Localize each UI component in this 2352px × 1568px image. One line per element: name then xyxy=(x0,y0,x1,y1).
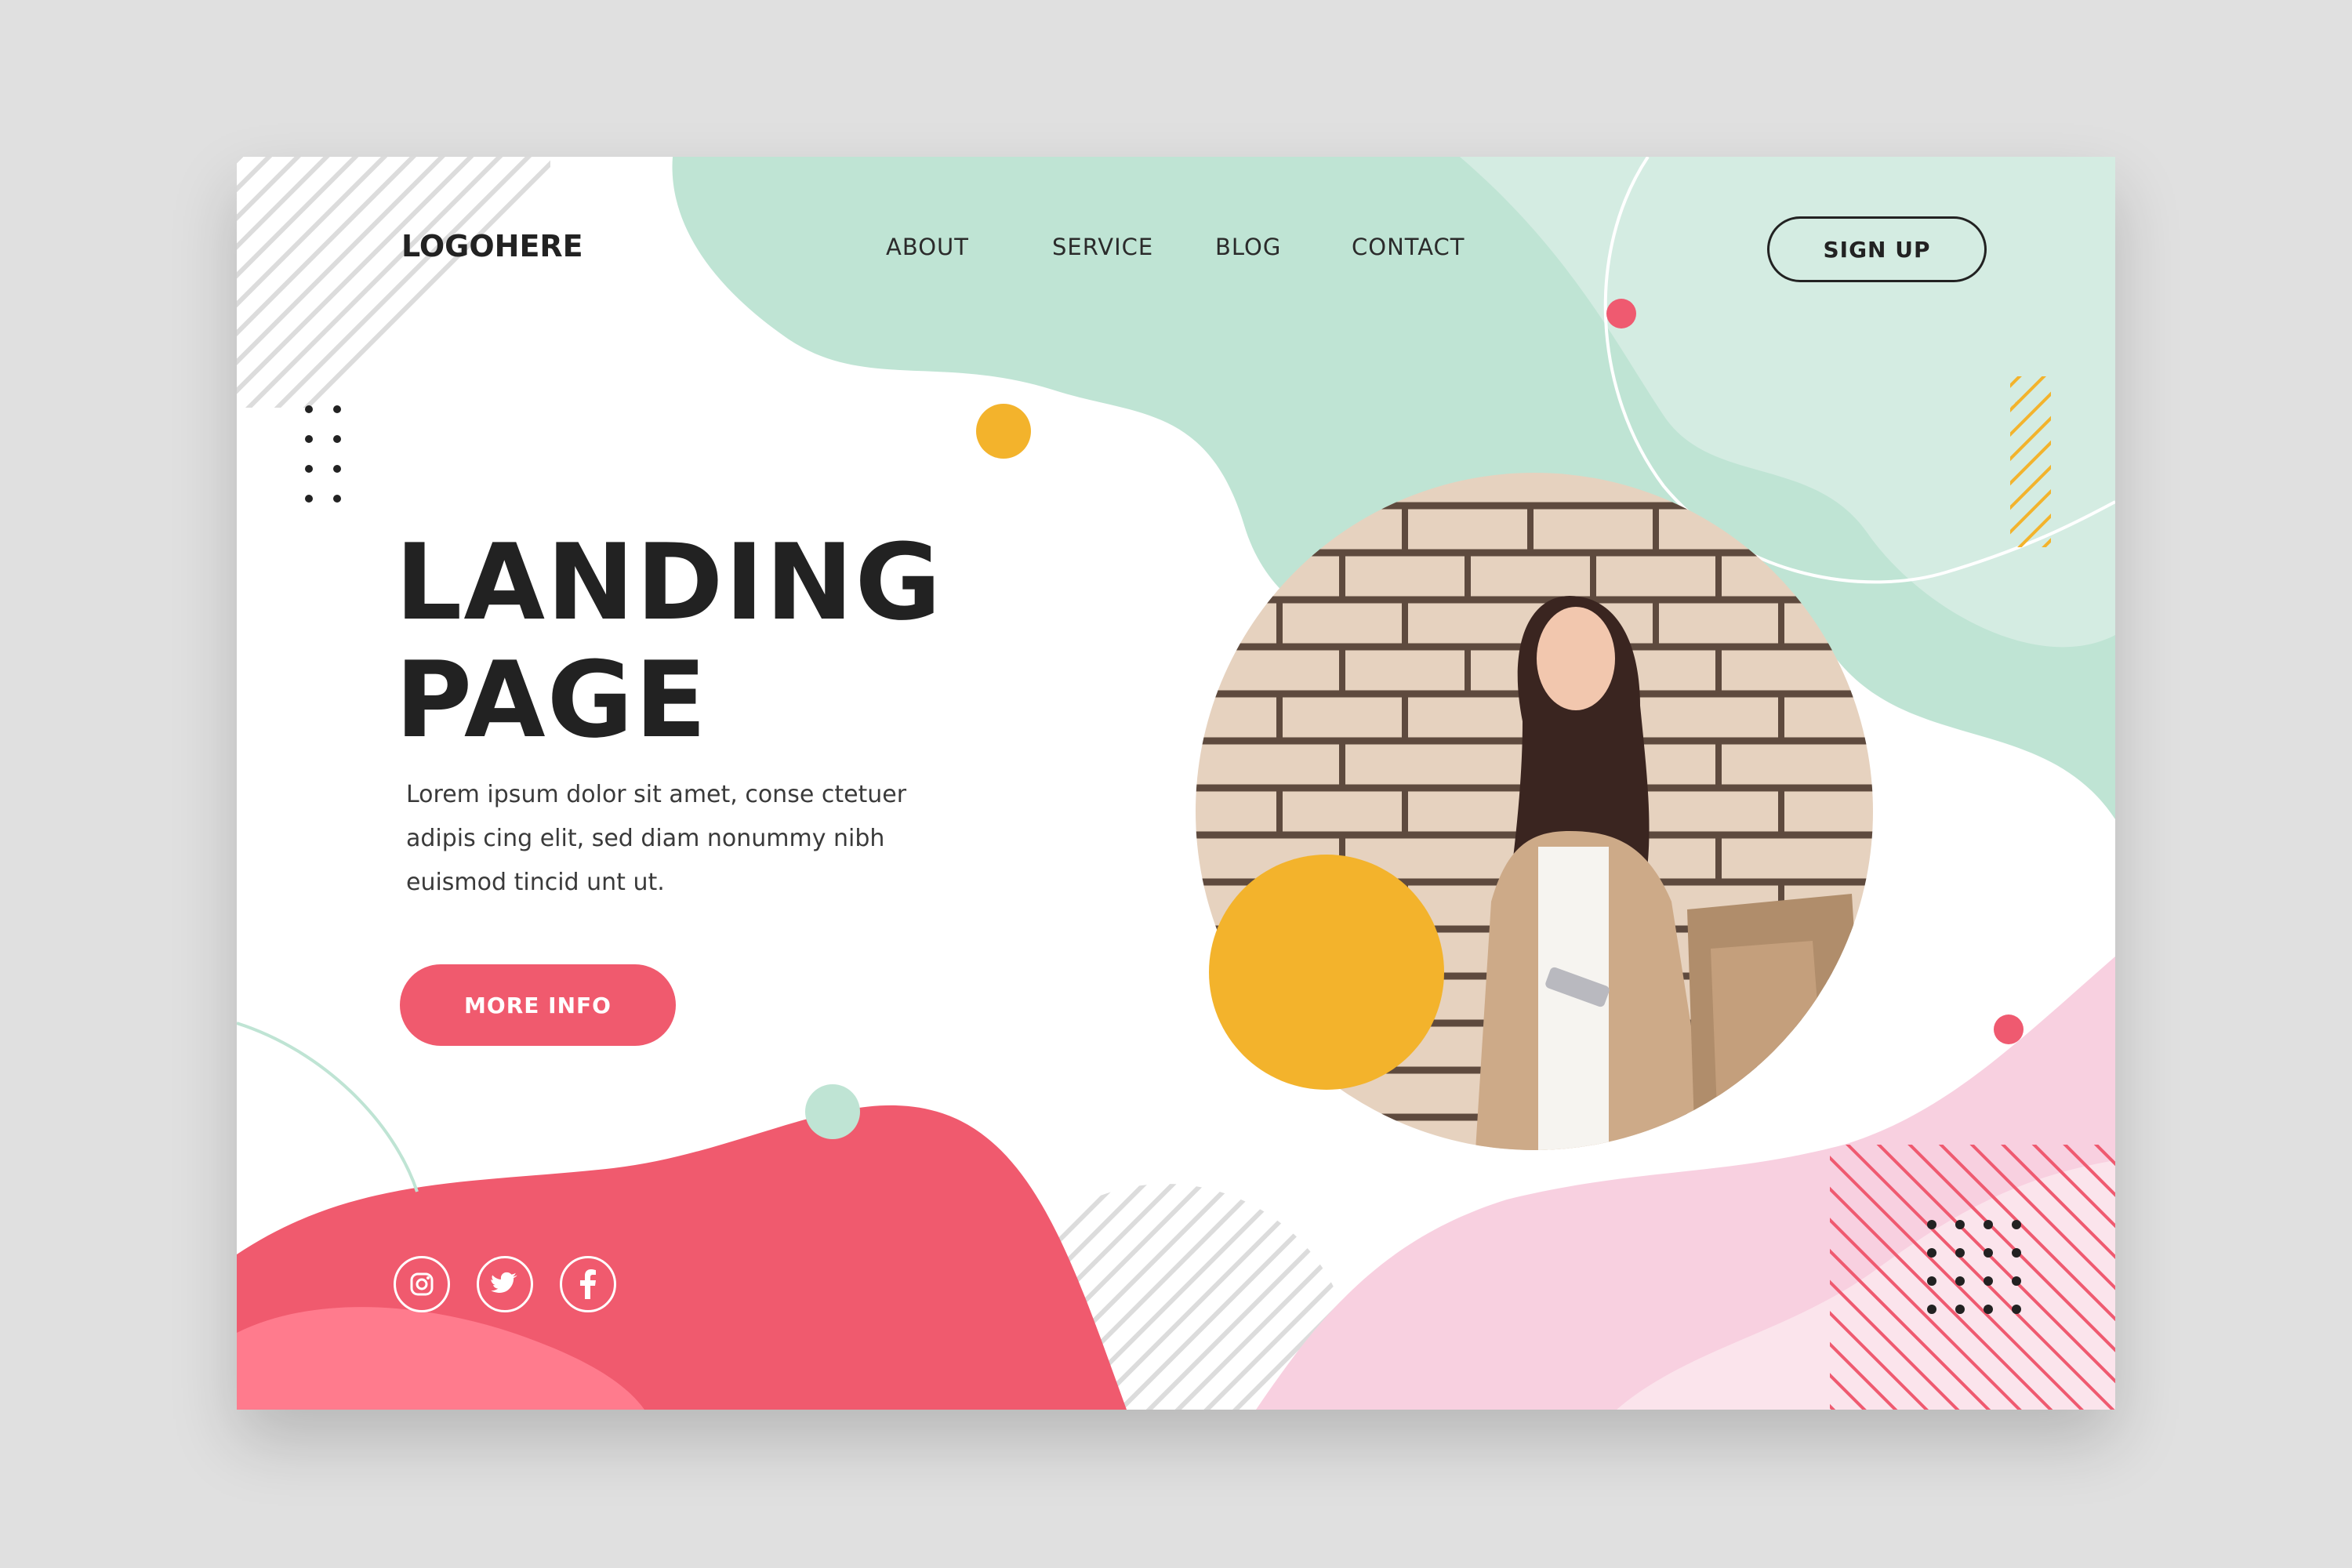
yellow-stripes xyxy=(2010,376,2051,547)
description-line: euismod tincid unt ut. xyxy=(406,869,665,896)
sign-up-button[interactable]: SIGN UP xyxy=(1767,216,1987,282)
yellow-circle-large xyxy=(1209,855,1444,1090)
yellow-dot xyxy=(976,404,1031,459)
twitter-glyph xyxy=(491,1272,517,1293)
stripe-pattern-bottom-right xyxy=(1830,1145,2115,1410)
title-line-2: PAGE xyxy=(395,639,709,761)
logo[interactable]: LOGOHERE xyxy=(401,229,583,263)
stripe-pattern-top-left xyxy=(237,157,550,408)
nav-service[interactable]: SERVICE xyxy=(1052,234,1153,260)
instagram-glyph xyxy=(410,1272,434,1296)
red-dot-right xyxy=(1994,1014,2024,1044)
twitter-icon[interactable] xyxy=(477,1256,533,1312)
hero-description: Lorem ipsum dolor sit amet, conse ctetue… xyxy=(406,773,955,905)
red-dot-top xyxy=(1606,299,1636,328)
dot-grid-left xyxy=(305,405,341,503)
nav-about[interactable]: ABOUT xyxy=(886,234,969,260)
description-line: Lorem ipsum dolor sit amet, conse ctetue… xyxy=(406,781,907,808)
page-title: LANDING PAGE xyxy=(395,524,942,759)
facebook-icon[interactable] xyxy=(560,1256,616,1312)
title-line-1: LANDING xyxy=(395,521,943,644)
mint-arc-line xyxy=(237,1022,419,1192)
landing-card: LOGOHERE ABOUT SERVICE BLOG CONTACT SIGN… xyxy=(237,157,2115,1410)
nav-blog[interactable]: BLOG xyxy=(1215,234,1281,260)
nav-contact[interactable]: CONTACT xyxy=(1352,234,1465,260)
description-line: adipis cing elit, sed diam nonummy nibh xyxy=(406,825,885,852)
more-info-button[interactable]: MORE INFO xyxy=(400,964,676,1046)
mint-dot xyxy=(805,1084,860,1139)
facebook-glyph xyxy=(580,1269,596,1299)
shopping-bag-front xyxy=(1711,941,1828,1150)
woman-face xyxy=(1537,607,1615,710)
instagram-icon[interactable] xyxy=(394,1256,450,1312)
